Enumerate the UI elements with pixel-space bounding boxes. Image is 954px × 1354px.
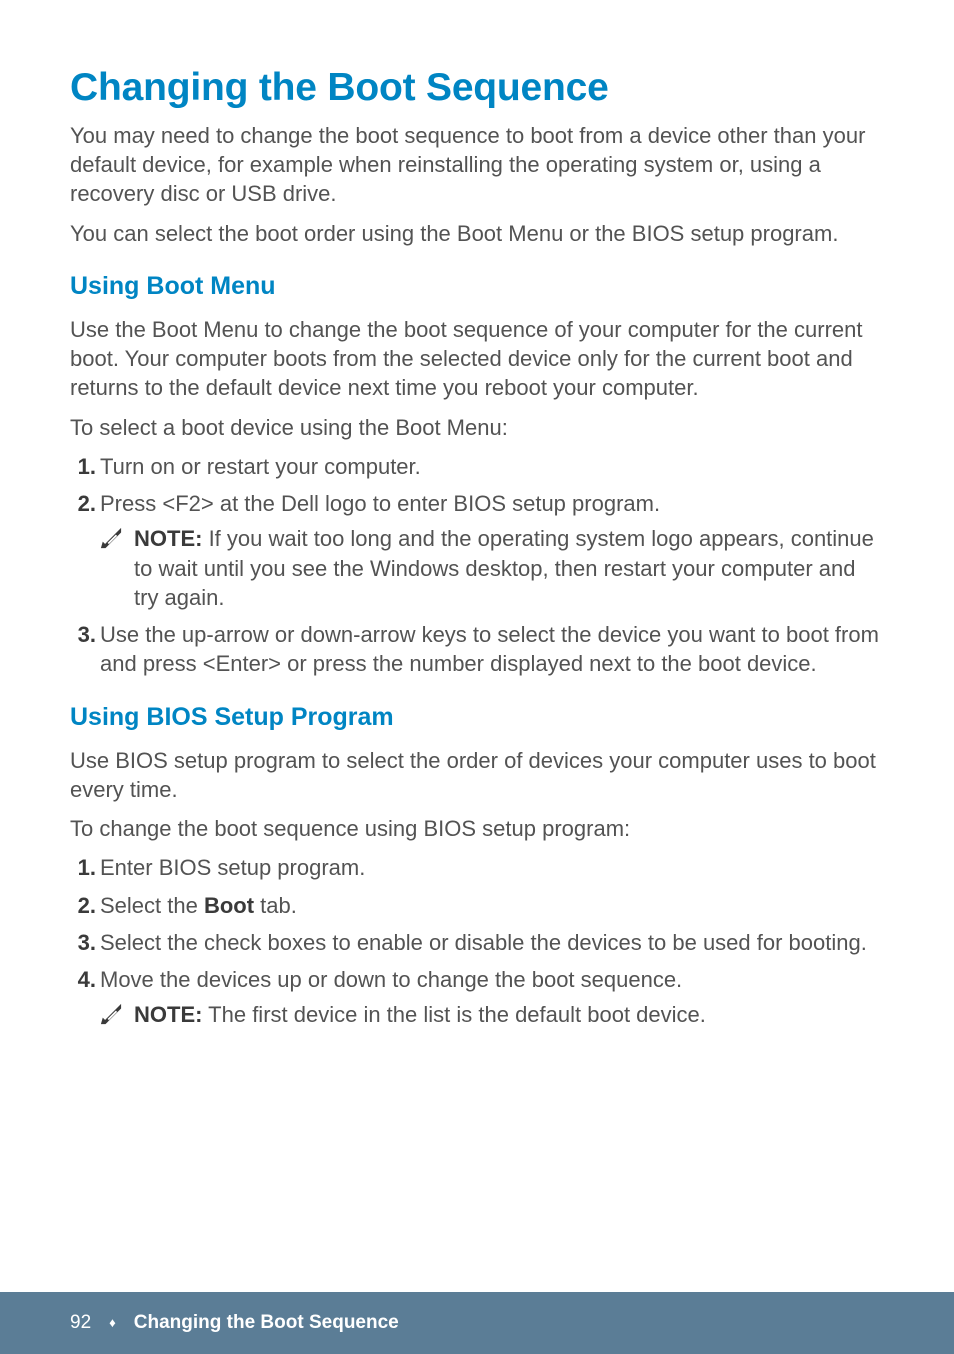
- list-item: 3. Use the up-arrow or down-arrow keys t…: [100, 620, 884, 679]
- footer-section-title: Changing the Boot Sequence: [134, 1312, 399, 1334]
- section-heading-boot-menu: Using Boot Menu: [70, 272, 884, 301]
- step-text-bold: Boot: [204, 893, 254, 918]
- page-number: 92: [70, 1312, 91, 1334]
- step-text: Select the check boxes to enable or disa…: [100, 930, 867, 955]
- page-footer: 92 ♦ Changing the Boot Sequence: [0, 1292, 954, 1354]
- list-item: 3. Select the check boxes to enable or d…: [100, 928, 884, 957]
- list-item: 1. Enter BIOS setup program.: [100, 853, 884, 882]
- note-label: NOTE:: [134, 1002, 202, 1027]
- note-block: NOTE: If you wait too long and the opera…: [100, 524, 884, 612]
- step-text: Move the devices up or down to change th…: [100, 967, 682, 992]
- boot-menu-steps-list: 1. Turn on or restart your computer. 2. …: [70, 452, 884, 679]
- bios-setup-paragraph-2: To change the boot sequence using BIOS s…: [70, 814, 884, 843]
- page-title: Changing the Boot Sequence: [70, 66, 884, 111]
- list-item: 2. Select the Boot tab.: [100, 891, 884, 920]
- section-heading-bios-setup: Using BIOS Setup Program: [70, 703, 884, 732]
- note-pencil-icon: [100, 527, 122, 549]
- document-page: Changing the Boot Sequence You may need …: [0, 0, 954, 1354]
- step-marker: 2.: [70, 891, 96, 920]
- step-marker: 3.: [70, 928, 96, 957]
- note-label: NOTE:: [134, 526, 202, 551]
- step-marker: 1.: [70, 452, 96, 481]
- boot-menu-paragraph-1: Use the Boot Menu to change the boot seq…: [70, 315, 884, 403]
- note-block: NOTE: The first device in the list is th…: [100, 1000, 884, 1029]
- step-text-pre: Select the: [100, 893, 204, 918]
- note-text: The first device in the list is the defa…: [202, 1002, 705, 1027]
- step-marker: 2.: [70, 489, 96, 518]
- step-text: Turn on or restart your computer.: [100, 454, 421, 479]
- list-item: 2. Press <F2> at the Dell logo to enter …: [100, 489, 884, 612]
- step-marker: 3.: [70, 620, 96, 649]
- intro-paragraph-2: You can select the boot order using the …: [70, 219, 884, 248]
- step-text: Press <F2> at the Dell logo to enter BIO…: [100, 491, 660, 516]
- note-text: If you wait too long and the operating s…: [134, 526, 874, 610]
- step-text: Use the up-arrow or down-arrow keys to s…: [100, 622, 879, 676]
- step-text: Enter BIOS setup program.: [100, 855, 365, 880]
- intro-paragraph-1: You may need to change the boot sequence…: [70, 121, 884, 209]
- diamond-separator-icon: ♦: [109, 1315, 116, 1330]
- note-pencil-icon: [100, 1003, 122, 1025]
- boot-menu-paragraph-2: To select a boot device using the Boot M…: [70, 413, 884, 442]
- step-marker: 4.: [70, 965, 96, 994]
- list-item: 4. Move the devices up or down to change…: [100, 965, 884, 1030]
- step-text-post: tab.: [254, 893, 297, 918]
- list-item: 1. Turn on or restart your computer.: [100, 452, 884, 481]
- bios-setup-paragraph-1: Use BIOS setup program to select the ord…: [70, 746, 884, 805]
- bios-setup-steps-list: 1. Enter BIOS setup program. 2. Select t…: [70, 853, 884, 1029]
- step-marker: 1.: [70, 853, 96, 882]
